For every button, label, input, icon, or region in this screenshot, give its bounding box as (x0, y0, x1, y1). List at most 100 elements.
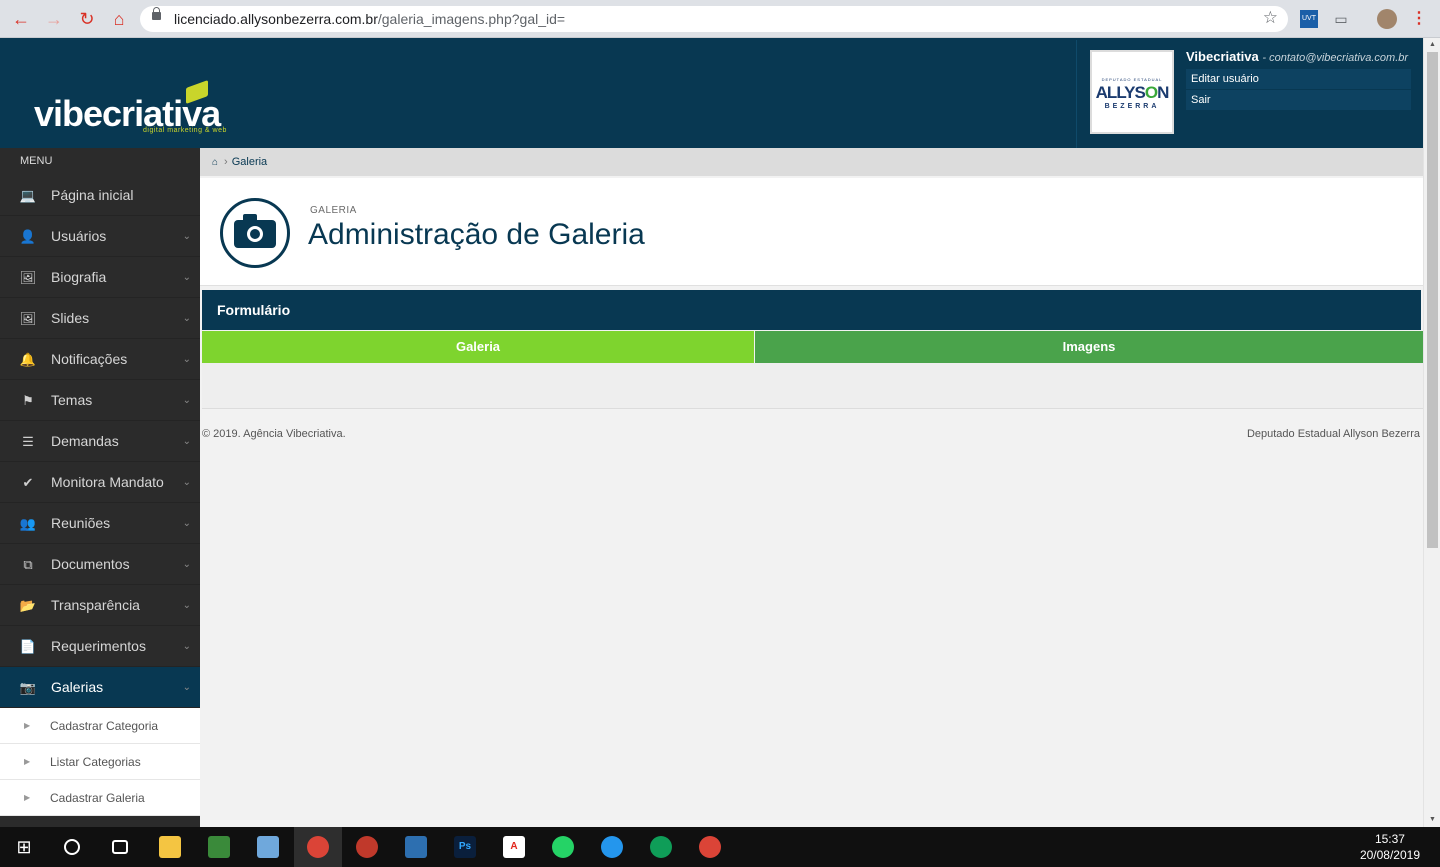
sidebar-item-página-inicial[interactable]: 💻 Página inicial (0, 175, 200, 216)
logout-link[interactable]: Sair (1186, 90, 1411, 110)
tab-galeria[interactable]: Galeria (202, 331, 754, 363)
acrobat-icon[interactable]: A (490, 827, 538, 867)
tab-content (202, 363, 1423, 409)
sidebar-item-demandas[interactable]: ☰ Demandas ⌄ (0, 421, 200, 462)
chevron-right-icon: › (224, 156, 228, 168)
page-subtitle: GALERIA (310, 205, 357, 216)
scrollbar-thumb[interactable] (1427, 52, 1438, 548)
submenu-item[interactable]: ▶ Cadastrar Galeria (0, 780, 200, 816)
sidebar-item-reuniões[interactable]: 👥 Reuniões ⌄ (0, 503, 200, 544)
submenu-item[interactable]: ▶ Cadastrar Categoria (0, 708, 200, 744)
caret-right-icon: ▶ (24, 721, 31, 730)
docker-icon[interactable] (588, 827, 636, 867)
task-view-icon[interactable] (96, 827, 144, 867)
back-arrow-icon[interactable]: ← (10, 8, 32, 30)
image-icon: 🖼 (19, 270, 37, 285)
sidebar-item-label: Galerias (51, 679, 104, 695)
chevron-down-icon: ⌄ (182, 518, 191, 529)
chevron-down-icon: ⌄ (182, 231, 191, 242)
system-clock[interactable]: 15:37 20/08/2019 (1360, 831, 1420, 863)
page-scrollbar[interactable]: ▲ ▼ (1423, 38, 1440, 827)
page-title: Administração de Galeria (308, 218, 645, 251)
logo-tagline: digital marketing & web (143, 127, 227, 134)
sidebar-item-biografia[interactable]: 🖼 Biografia ⌄ (0, 257, 200, 298)
chevron-down-icon: ⌄ (182, 354, 191, 365)
chrome-icon[interactable] (294, 827, 342, 867)
reload-icon[interactable]: ↻ (76, 8, 98, 30)
image-icon: 🖼 (19, 311, 37, 326)
home-icon[interactable]: ⌂ (212, 149, 218, 177)
sidebar-item-label: Slides (51, 310, 90, 326)
check-icon: ✔ (22, 475, 34, 490)
submenu-item-label: Cadastrar Galeria (50, 791, 145, 805)
browser-menu-icon[interactable]: ⋮ (1410, 10, 1428, 28)
camera-icon: 📷 (19, 680, 37, 695)
sidebar-item-temas[interactable]: ⚑ Temas ⌄ (0, 380, 200, 421)
submenu-item-label: Listar Categorias (50, 755, 141, 769)
user-email: - contato@vibecriativa.com.br (1262, 52, 1409, 64)
submenu-item[interactable]: ▶ Listar Categorias (0, 744, 200, 780)
uvt-extension-icon[interactable]: UVT (1300, 10, 1318, 28)
sidebar-item-label: Transparência (51, 597, 140, 613)
chevron-down-icon: ⌄ (182, 600, 191, 611)
breadcrumb: ⌂ › Galeria (200, 148, 1423, 176)
tab-imagens[interactable]: Imagens (755, 331, 1423, 363)
chevron-down-icon: ⌄ (182, 436, 191, 447)
user-icon: 👤 (19, 229, 37, 244)
paint-app-icon[interactable] (343, 827, 391, 867)
file-explorer-icon[interactable] (146, 827, 194, 867)
home-icon[interactable]: ⌂ (108, 8, 130, 30)
edit-user-link[interactable]: Editar usuário (1186, 69, 1411, 89)
lock-icon (152, 7, 161, 20)
cast-icon[interactable]: ▭ (1332, 10, 1350, 28)
camera-icon (220, 198, 290, 268)
sidebar-item-documentos[interactable]: ⧉ Documentos ⌄ (0, 544, 200, 585)
chevron-down-icon: ⌄ (182, 477, 191, 488)
sidebar-item-label: Biografia (51, 269, 107, 285)
whatsapp-icon[interactable] (539, 827, 587, 867)
sidebar-item-label: Documentos (51, 556, 130, 572)
address-bar[interactable]: licenciado.allysonbezerra.com.br/galeria… (140, 6, 1288, 32)
sidebar-item-label: Reuniões (51, 515, 111, 531)
chevron-down-icon: ⌄ (182, 641, 191, 652)
sidebar-item-label: Usuários (51, 228, 107, 244)
users-icon: 👥 (19, 516, 37, 531)
flag-icon: ⚑ (22, 393, 34, 408)
bookmark-star-icon[interactable]: ☆ (1263, 8, 1278, 28)
menu-title: MENU (20, 155, 53, 167)
breadcrumb-current[interactable]: Galeria (232, 156, 267, 168)
photoshop-icon[interactable]: Ps (441, 827, 489, 867)
scroll-down-icon[interactable]: ▼ (1424, 813, 1440, 827)
chrome-icon[interactable] (686, 827, 734, 867)
sidebar: MENU 💻 Página inicial 👤 Usuários ⌄ 🖼 Biografia… (0, 148, 200, 827)
chrome-icon[interactable] (637, 827, 685, 867)
spreadsheet-app-icon[interactable] (195, 827, 243, 867)
url-text[interactable]: licenciado.allysonbezerra.com.br/galeria… (174, 11, 565, 27)
caret-right-icon: ▶ (24, 757, 31, 766)
sidebar-item-galerias[interactable]: 📷 Galerias ⌄ (0, 667, 200, 708)
forward-arrow-icon[interactable]: → (43, 8, 65, 30)
chevron-down-icon: ⌄ (182, 559, 191, 570)
footer-credit: Deputado Estadual Allyson Bezerra (1246, 428, 1420, 440)
form-tabs: Galeria Imagens (202, 331, 1423, 363)
sidebar-item-requerimentos[interactable]: 📄 Requerimentos ⌄ (0, 626, 200, 667)
cube-app-icon[interactable] (244, 827, 292, 867)
search-icon[interactable] (48, 827, 96, 867)
profile-avatar[interactable] (1377, 9, 1397, 29)
sidebar-item-notificações[interactable]: 🔔 Notificações ⌄ (0, 339, 200, 380)
windows-start-icon[interactable]: ⊞ (0, 827, 48, 867)
copy-icon: ⧉ (23, 557, 33, 572)
caret-right-icon: ▶ (24, 793, 31, 802)
browser-toolbar: ← → ↻ ⌂ licenciado.allysonbezerra.com.br… (0, 0, 1440, 38)
snipping-tool-icon[interactable] (392, 827, 440, 867)
sidebar-item-label: Monitora Mandato (51, 474, 164, 490)
list-icon: ☰ (22, 434, 34, 449)
scroll-up-icon[interactable]: ▲ (1424, 38, 1440, 52)
sidebar-item-monitora-mandato[interactable]: ✔ Monitora Mandato ⌄ (0, 462, 200, 503)
user-avatar: DEPUTADO ESTADUAL ALLYSON BEZERRA (1090, 50, 1174, 134)
sidebar-item-usuários[interactable]: 👤 Usuários ⌄ (0, 216, 200, 257)
form-panel-title: Formulário (202, 290, 1421, 330)
sidebar-item-transparência[interactable]: 📂 Transparência ⌄ (0, 585, 200, 626)
footer-copyright: © 2019. Agência Vibecriativa. (202, 428, 346, 440)
sidebar-item-slides[interactable]: 🖼 Slides ⌄ (0, 298, 200, 339)
